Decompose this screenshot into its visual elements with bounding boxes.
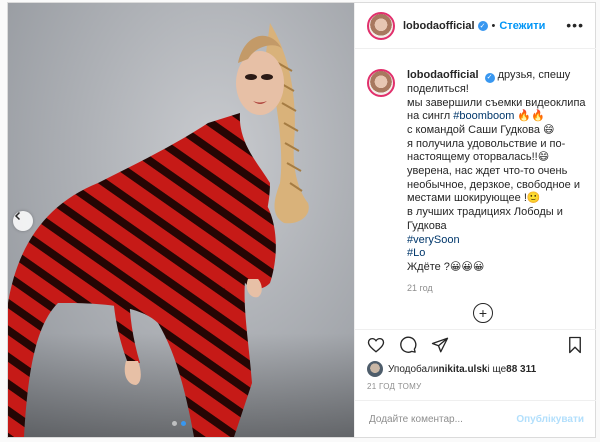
- follow-button[interactable]: Стежити: [499, 20, 545, 32]
- caption-timestamp[interactable]: 21 год: [407, 282, 586, 296]
- header-username[interactable]: lobodaofficial: [403, 20, 475, 32]
- post-photo[interactable]: [8, 3, 354, 437]
- comment-icon: [400, 336, 417, 353]
- caption-avatar[interactable]: [367, 69, 395, 97]
- heart-icon: [367, 337, 385, 353]
- save-button[interactable]: [564, 334, 586, 356]
- photo-figure-illustration: [8, 23, 354, 437]
- like-button[interactable]: [365, 334, 387, 356]
- caption-line: в лучших традициях Лободы и Гудкова: [407, 206, 563, 232]
- send-icon: [431, 337, 449, 353]
- publish-button[interactable]: Опублікувати: [516, 414, 584, 425]
- carousel-dot: [172, 421, 177, 426]
- likes-suffix: і ще: [487, 363, 507, 375]
- caption-line: 🔥🔥: [514, 110, 545, 123]
- liker-avatar[interactable]: [367, 361, 383, 377]
- separator-bullet: •: [491, 19, 496, 32]
- likes-count[interactable]: 88 311: [506, 364, 536, 375]
- carousel-dot-active: [181, 421, 186, 426]
- liker-username[interactable]: nikita.ulsk: [439, 364, 488, 375]
- hashtag-link[interactable]: #boomboom: [453, 110, 514, 122]
- likes-prefix: Уподобали: [388, 363, 439, 375]
- avatar[interactable]: [367, 11, 395, 40]
- post-header: lobodaofficial ✓ • Стежити •••: [355, 3, 596, 49]
- hashtag-link[interactable]: #verySoon: [407, 234, 460, 246]
- caption-line: я получила удовольствие и по-настоящему …: [407, 137, 566, 164]
- caption-line: уверена, нас ждет что-то очень необычное…: [407, 165, 580, 205]
- carousel-dots: [172, 421, 186, 426]
- caption-text: lobodaofficial ✓ друзья, спешу поделитьс…: [407, 69, 586, 295]
- post-sidebar: lobodaofficial ✓ • Стежити ••• lobodaoff…: [354, 3, 596, 437]
- instagram-post: lobodaofficial ✓ • Стежити ••• lobodaoff…: [7, 2, 596, 438]
- load-more-comments-button[interactable]: +: [473, 303, 493, 323]
- share-button[interactable]: [429, 334, 451, 356]
- bookmark-icon: [569, 336, 581, 354]
- post-date[interactable]: 21 ГОД ТОМУ: [367, 382, 422, 391]
- more-options-icon[interactable]: •••: [566, 17, 584, 33]
- likes-summary: Уподобали nikita.ulsk і ще 88 311: [367, 361, 536, 377]
- comment-form: Опублікувати: [355, 400, 596, 437]
- chevron-left-icon: [14, 211, 21, 221]
- comment-button[interactable]: [397, 334, 419, 356]
- caption-verified-icon: ✓: [484, 72, 495, 83]
- plus-circle-icon: +: [478, 305, 488, 321]
- comment-input[interactable]: [367, 412, 517, 426]
- hashtag-link[interactable]: #Lo: [407, 247, 425, 259]
- caption-line: Ждёте ?😀😀😀: [407, 260, 485, 273]
- caption-section: lobodaofficial ✓ друзья, спешу поделитьс…: [367, 61, 586, 293]
- caption-username[interactable]: lobodaofficial: [407, 69, 479, 81]
- caption-line: с командой Саши Гудкова 😄: [407, 123, 555, 136]
- action-bar: [355, 329, 596, 360]
- verified-badge-icon: ✓: [477, 20, 488, 31]
- carousel-prev-button[interactable]: [13, 211, 33, 231]
